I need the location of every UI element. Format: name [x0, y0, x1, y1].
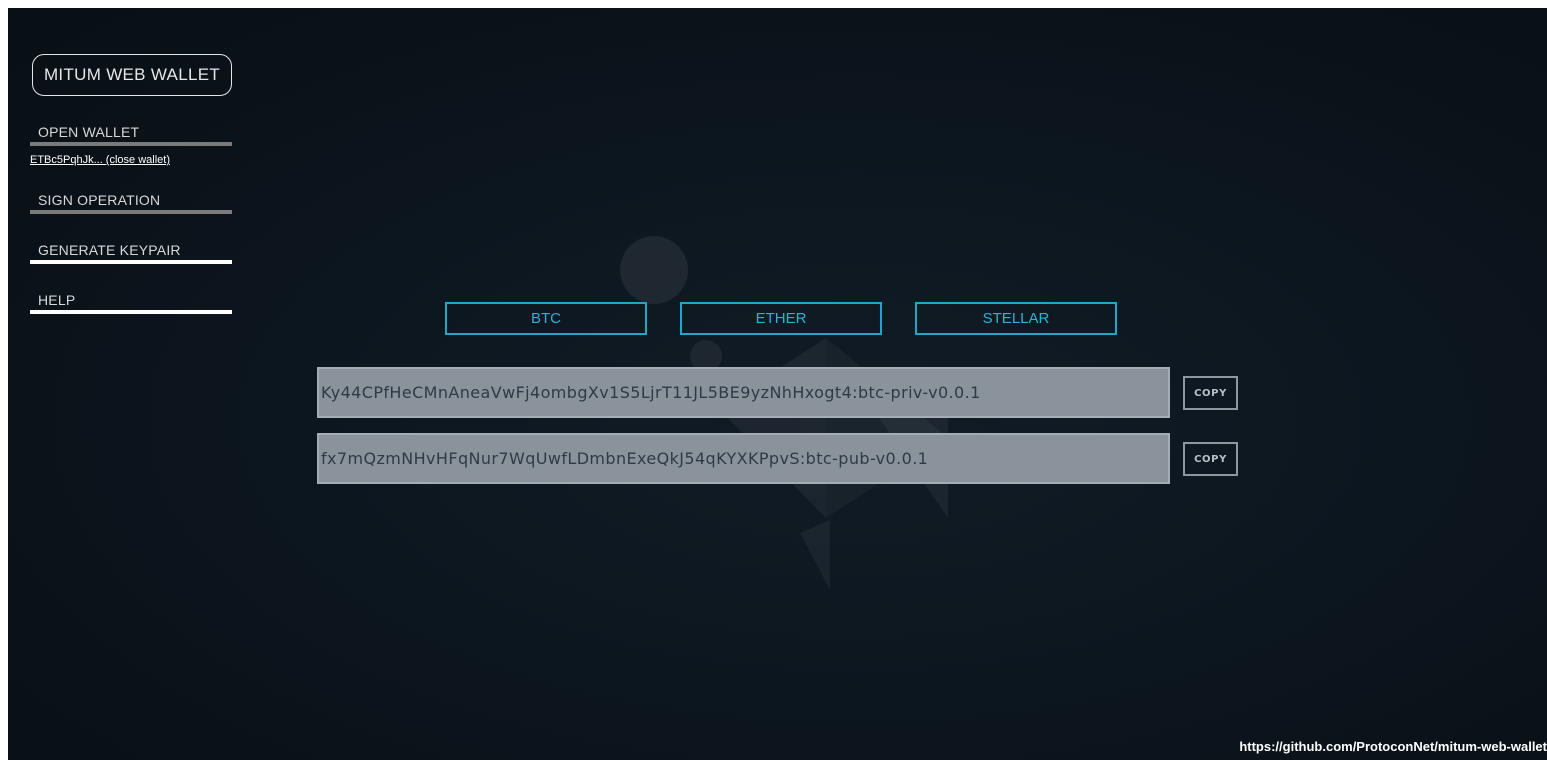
app-window: MITUM WEB WALLET OPEN WALLET ETBc5PqhJk.… — [8, 8, 1547, 760]
sidebar-item-generate-keypair[interactable]: GENERATE KEYPAIR — [30, 242, 232, 264]
copy-public-key-button[interactable]: COPY — [1183, 442, 1238, 476]
public-key-field[interactable] — [317, 433, 1170, 484]
tab-btc[interactable]: BTC — [445, 302, 647, 335]
mitum-logo-icon — [620, 236, 948, 590]
close-wallet-link[interactable]: ETBc5PqhJk... (close wallet) — [30, 154, 170, 166]
sidebar-item-label: SIGN OPERATION — [38, 192, 161, 208]
tab-ether[interactable]: ETHER — [680, 302, 882, 335]
private-key-field[interactable] — [317, 367, 1170, 418]
sidebar-item-label: GENERATE KEYPAIR — [38, 242, 181, 258]
tab-stellar[interactable]: STELLAR — [915, 302, 1117, 335]
sidebar-item-help[interactable]: HELP — [30, 292, 232, 314]
sidebar-item-label: HELP — [38, 292, 76, 308]
sidebar-item-open-wallet[interactable]: OPEN WALLET — [30, 124, 232, 146]
sidebar-item-underline — [30, 210, 232, 214]
sidebar-item-label: OPEN WALLET — [38, 124, 140, 140]
github-link[interactable]: https://github.com/ProtoconNet/mitum-web… — [1239, 739, 1547, 754]
copy-private-key-button[interactable]: COPY — [1183, 376, 1238, 410]
sidebar-item-sign-operation[interactable]: SIGN OPERATION — [30, 192, 232, 214]
app-title-button[interactable]: MITUM WEB WALLET — [32, 54, 232, 96]
sidebar-item-underline — [30, 142, 232, 146]
sidebar-item-underline — [30, 260, 232, 264]
sidebar-item-underline — [30, 310, 232, 314]
